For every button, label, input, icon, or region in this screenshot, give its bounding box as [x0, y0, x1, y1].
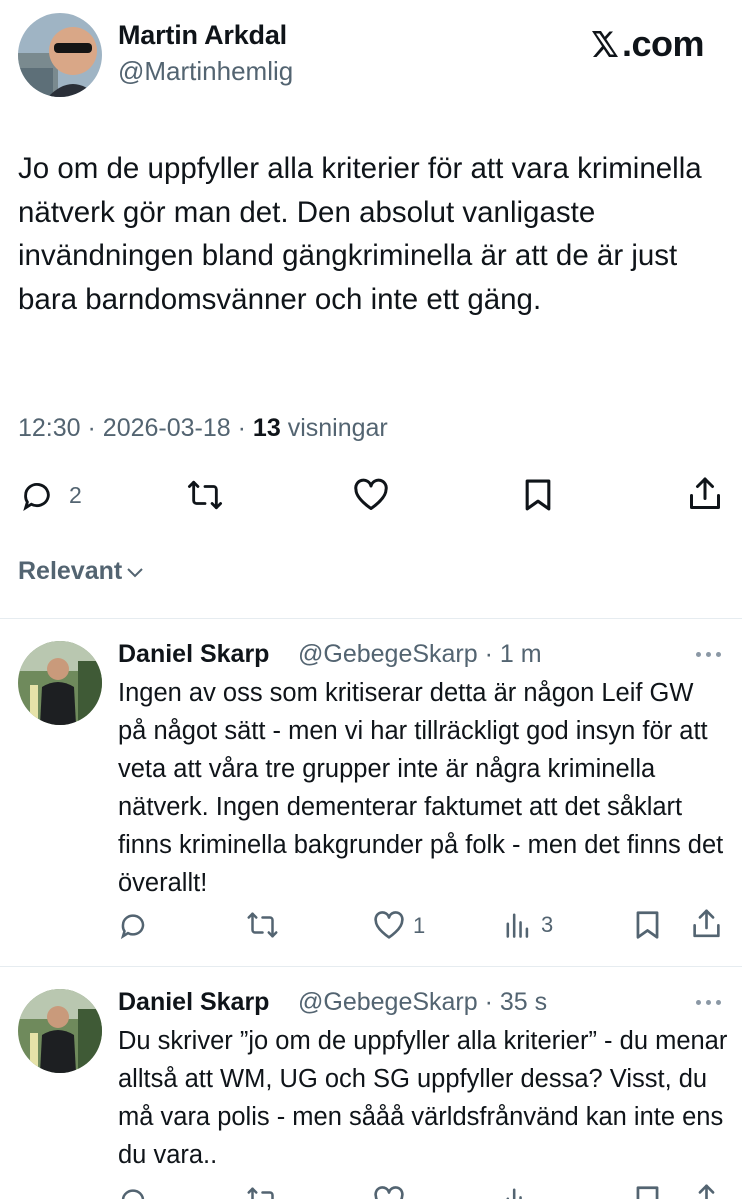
views-icon — [506, 1188, 522, 1199]
share-icon — [698, 1184, 715, 1199]
like-button[interactable] — [353, 478, 389, 512]
author-avatar[interactable] — [18, 13, 102, 97]
reply-icon — [23, 483, 50, 511]
like-icon — [354, 478, 388, 510]
reply-text: Du skriver ”jo om de uppfyller alla krit… — [118, 1027, 728, 1169]
tweet-text: Jo om de uppfyller alla kriterier för at… — [18, 152, 702, 316]
like-icon — [374, 911, 404, 939]
reply-icon — [120, 914, 145, 940]
x-logo-icon — [592, 31, 618, 57]
reply-author-name[interactable]: Daniel Skarp — [118, 988, 269, 1017]
more-options-button[interactable] — [696, 652, 721, 657]
tweet-date[interactable]: 2026-03-18 — [103, 414, 231, 442]
reply-count: 2 — [69, 481, 82, 508]
retweet-icon — [188, 480, 222, 510]
share-button[interactable] — [688, 476, 722, 512]
author-handle[interactable]: @Martinhemlig — [118, 56, 293, 87]
views-button[interactable] — [505, 1186, 531, 1199]
view-label: visningar — [287, 414, 388, 442]
bookmark-icon — [525, 479, 551, 511]
reply-author-handle[interactable]: @GebegeSkarp · 35 s — [298, 988, 547, 1017]
meta-separator: · — [87, 414, 96, 442]
sort-dropdown[interactable]: Relevant — [18, 557, 144, 586]
like-button[interactable]: 1 — [373, 911, 425, 940]
like-count: 1 — [413, 912, 426, 938]
reply-avatar[interactable] — [18, 989, 102, 1073]
share-button[interactable] — [692, 908, 721, 940]
x-domain-label: .com — [622, 23, 705, 64]
bookmark-button[interactable] — [635, 910, 660, 940]
reply-author-name[interactable]: Daniel Skarp — [118, 640, 269, 669]
meta-separator: · — [237, 414, 246, 442]
reply-time[interactable]: · 1 m — [485, 640, 542, 668]
bookmark-icon — [636, 1186, 659, 1199]
share-button[interactable] — [692, 1183, 721, 1199]
view-count: 13 — [252, 414, 281, 442]
reply-text: Ingen av oss som kritiserar detta är någ… — [118, 679, 724, 897]
views-icon — [506, 913, 529, 938]
reply-button[interactable]: 2 — [20, 478, 82, 512]
reply-button[interactable] — [118, 910, 148, 940]
retweet-icon — [247, 912, 278, 938]
retweet-button[interactable] — [186, 478, 224, 512]
share-icon — [690, 477, 720, 509]
share-icon — [693, 909, 720, 938]
reply-icon — [121, 1189, 145, 1199]
x-logo: .com — [590, 23, 705, 64]
reply-button[interactable] — [118, 1185, 148, 1199]
reply-time[interactable]: · 35 s — [485, 988, 548, 1016]
views-count: 3 — [541, 912, 554, 937]
more-options-button[interactable] — [696, 1000, 721, 1005]
tweet-time[interactable]: 12:30 — [18, 414, 81, 442]
author-name[interactable]: Martin Arkdal — [118, 20, 287, 51]
bookmark-icon — [636, 911, 659, 939]
retweet-button[interactable] — [246, 910, 279, 940]
divider — [0, 618, 742, 619]
sort-label: Relevant — [18, 557, 123, 585]
retweet-icon — [247, 1187, 274, 1199]
tweet-meta: 12:30 · 2026-03-18 · 13 visningar — [18, 414, 388, 443]
chevron-down-icon — [127, 567, 143, 577]
like-icon — [374, 1186, 404, 1199]
divider — [0, 966, 742, 967]
bookmark-button[interactable] — [635, 1185, 660, 1199]
like-button[interactable] — [373, 1186, 405, 1199]
reply-avatar[interactable] — [18, 641, 102, 725]
retweet-button[interactable] — [246, 1185, 279, 1199]
reply-author-handle[interactable]: @GebegeSkarp · 1 m — [298, 640, 542, 669]
bookmark-button[interactable] — [523, 478, 553, 512]
views-button[interactable]: 3 — [505, 911, 553, 939]
